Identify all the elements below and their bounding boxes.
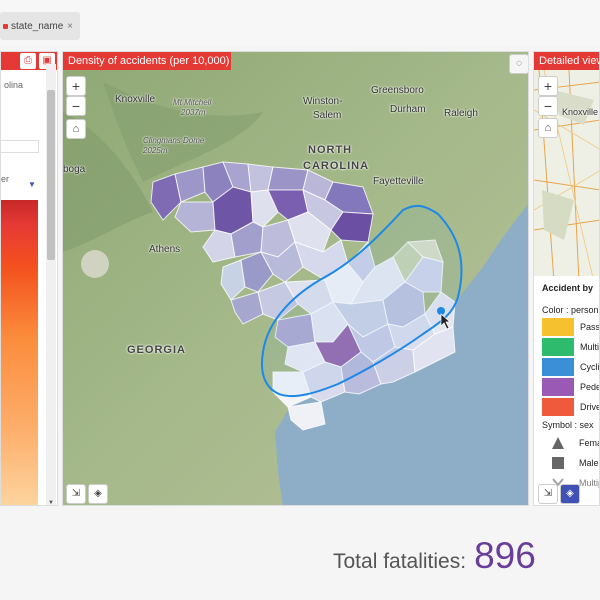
left-panel-text: olina (4, 80, 24, 90)
zoom-in-button[interactable]: + (66, 76, 86, 96)
legend-item-label: Passenger (580, 322, 600, 332)
detailed-zoom-out-button[interactable]: − (538, 96, 558, 116)
legend-color-label: Color : person (542, 305, 599, 315)
sort-dropdown-icon[interactable]: ▼ (28, 180, 36, 189)
city-area (81, 250, 109, 278)
map-label-north: NORTH (308, 144, 353, 156)
map-label-clingmans: Clingmans Dome (143, 136, 205, 145)
legend-item-label: Driver (580, 402, 599, 412)
detailed-home-icon[interactable]: ⌂ (538, 118, 558, 138)
map-label-athens: Athens (149, 244, 181, 255)
map-label-clingmans-elev: 2025m (143, 146, 168, 155)
legend-swatch (542, 338, 574, 356)
legend-symbol-item-label: Multiple (579, 478, 599, 488)
detailed-layers-icon[interactable]: ◈ (560, 484, 580, 504)
legend-symbol-label: Symbol : sex (542, 420, 594, 430)
filter-chip-state-name[interactable]: state_name × (0, 12, 80, 40)
left-panel-bars[interactable] (1, 200, 38, 505)
left-panel-scrollbar[interactable]: ▼ (46, 64, 56, 505)
map-label-knoxville: Knoxville (115, 94, 156, 105)
map-label-mt-mitchell: Mt Mitchell (173, 98, 212, 107)
legend-symbol-item[interactable]: Male (542, 454, 599, 472)
left-panel: ⎙ ▣ olina er ▼ ▼ (0, 51, 58, 506)
print-icon[interactable]: ⎙ (20, 53, 36, 69)
map-label-durham: Durham (390, 104, 426, 115)
square-icon (552, 457, 564, 469)
legend-swatch (542, 358, 574, 376)
map-label-georgia: GEORGIA (127, 344, 186, 356)
detailed-map[interactable]: Knoxville + − ⌂ (534, 70, 599, 282)
map-label-winston: Winston- (303, 96, 343, 107)
lasso-tool-icon[interactable]: ◌ (509, 54, 528, 74)
total-fatalities-label: Total fatalities: (333, 550, 467, 573)
legend-symbol-item[interactable]: Female (542, 434, 599, 452)
filter-chip-color-icon (3, 23, 8, 29)
left-panel-sort-label: er (1, 174, 10, 184)
left-panel-search-input[interactable] (1, 140, 39, 153)
legend-title: Accident by (542, 283, 594, 293)
triangle-icon (552, 437, 564, 449)
map-tool-icon[interactable]: ⇲ (66, 484, 86, 504)
layers-icon[interactable]: ◈ (88, 484, 108, 504)
legend-swatch (542, 398, 574, 416)
map-label-boga: boga (63, 164, 86, 175)
filter-chip-label: state_name (11, 20, 64, 32)
scroll-down-icon[interactable]: ▼ (48, 500, 54, 505)
legend-item[interactable]: Pedestrian (542, 378, 599, 396)
home-icon[interactable]: ⌂ (66, 119, 86, 139)
legend-swatch (542, 378, 574, 396)
total-fatalities-value: 896 (474, 535, 536, 576)
density-map-title: Density of accidents (per 10,000) (63, 52, 231, 70)
map-label-fayetteville: Fayetteville (373, 176, 424, 187)
scrollbar-thumb[interactable] (47, 90, 55, 260)
legend: Accident by Color : person Passenger Mul… (534, 276, 600, 505)
filter-chip-close-icon[interactable]: × (67, 21, 73, 32)
zoom-out-button[interactable]: − (66, 96, 86, 116)
legend-symbol-item-label: Female (579, 438, 599, 448)
detailed-zoom-in-button[interactable]: + (538, 76, 558, 96)
legend-item[interactable]: Multiple (542, 338, 600, 356)
filter-bar: state_name × (0, 0, 600, 46)
detailed-view-panel: Detailed view Knoxville + − ⌂ Accident b… (533, 51, 600, 506)
legend-item[interactable]: Driver (542, 398, 599, 416)
density-map-panel: Density of accidents (per 10,000) Knoxvi… (62, 51, 529, 506)
detailed-map-tool-icon[interactable]: ⇲ (538, 484, 558, 504)
total-fatalities: Total fatalities: 896 (333, 535, 536, 585)
legend-item-label: Cyclist (580, 362, 600, 372)
detailed-view-title: Detailed view (534, 52, 599, 70)
legend-item[interactable]: Cyclist (542, 358, 600, 376)
legend-symbol-item-label: Male (579, 458, 599, 468)
map-label-raleigh: Raleigh (444, 108, 478, 119)
map-label-mt-mitchell-elev: 2037m (181, 108, 206, 117)
legend-item-label: Multiple (580, 342, 600, 352)
detailed-map-label-knoxville: Knoxville (562, 107, 599, 117)
density-map[interactable] (63, 52, 529, 506)
legend-item-label: Pedestrian (580, 382, 599, 392)
map-label-salem: Salem (313, 110, 342, 121)
map-label-carolina: CAROLINA (303, 160, 370, 172)
legend-swatch (542, 318, 574, 336)
map-label-greensboro: Greensboro (371, 85, 424, 96)
legend-item[interactable]: Passenger (542, 318, 600, 336)
